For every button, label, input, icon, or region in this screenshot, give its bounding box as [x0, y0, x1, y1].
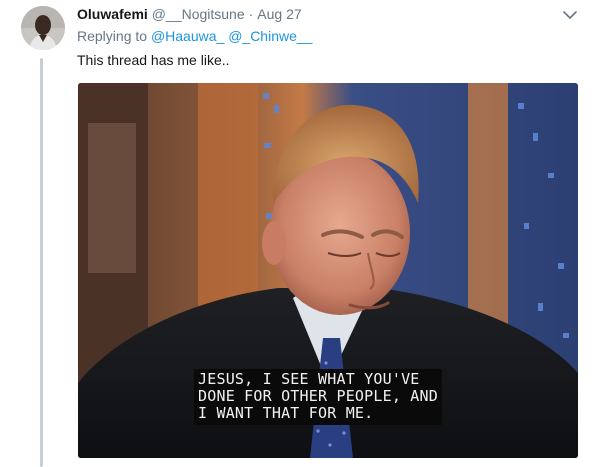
caption-line: JESUS, I SEE WHAT YOU'VE — [198, 370, 420, 388]
caption-line: I WANT THAT FOR ME. — [198, 404, 374, 422]
tweet-text: This thread has me like.. — [77, 52, 230, 68]
reply-to-link-haauwa[interactable]: @Haauwa_ — [151, 28, 224, 44]
thread-connector-line — [40, 58, 43, 467]
reply-to-link-chinwe[interactable]: @_Chinwe__ — [228, 28, 312, 44]
chevron-down-icon[interactable] — [562, 8, 578, 20]
tweet-image[interactable]: JESUS, I SEE WHAT YOU'VE DONE FOR OTHER P… — [78, 83, 578, 458]
avatar[interactable] — [21, 6, 65, 50]
tweet-header: Oluwafemi @__Nogitsune · Aug 27 — [77, 4, 302, 24]
caption-box: JESUS, I SEE WHAT YOU'VE DONE FOR OTHER P… — [194, 369, 442, 425]
separator-dot: · — [248, 6, 254, 22]
user-handle[interactable]: @__Nogitsune — [152, 6, 245, 22]
replying-to: Replying to @Haauwa_ @_Chinwe__ — [77, 26, 312, 46]
replying-to-label: Replying to — [77, 28, 148, 44]
display-name[interactable]: Oluwafemi — [77, 6, 148, 22]
timestamp[interactable]: Aug 27 — [257, 6, 301, 22]
caption-line: DONE FOR OTHER PEOPLE, AND — [198, 387, 438, 405]
tweet[interactable]: Oluwafemi @__Nogitsune · Aug 27 Replying to… — [0, 0, 612, 467]
